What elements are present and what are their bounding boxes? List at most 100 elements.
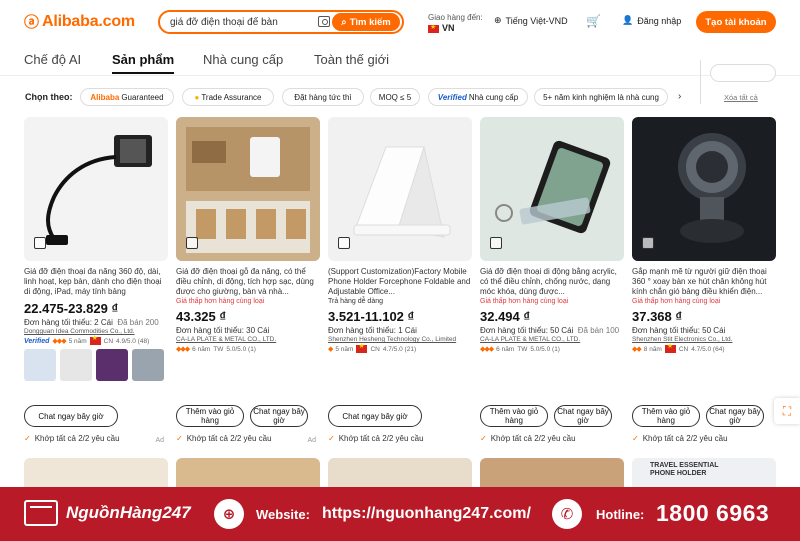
add-to-cart-button[interactable]: Thêm vào giỏ hàng [632, 405, 700, 427]
search-button[interactable]: ⌕ Tìm kiếm [332, 13, 400, 31]
product-image[interactable] [328, 117, 472, 261]
thumbnail[interactable] [24, 349, 56, 381]
image-search-icon[interactable] [490, 237, 502, 249]
alibaba-logo-icon: ⓐ [24, 13, 40, 31]
match-text: Khớp tất cả 2/2 yêu cầu [338, 434, 424, 443]
supplier-name[interactable]: Shenzhen Stit Electronics Co., Ltd. [632, 336, 776, 343]
supplier-meta: ◆◆◆ 6 năm TW 5.0/5.0 (1) [176, 345, 320, 354]
match-text: Khớp tất cả 2/2 yêu cầu [186, 434, 272, 443]
product-card-preview[interactable]: TRAVEL ESSENTIAL PHONE HOLDER [632, 458, 776, 490]
hotline-number[interactable]: 1800 6963 [656, 500, 769, 527]
sort-dropdown[interactable] [710, 64, 776, 82]
product-title[interactable]: (Support Customization)Factory Mobile Ph… [328, 267, 472, 297]
chat-now-button[interactable]: Chat ngay bây giờ [706, 405, 764, 427]
sold-count: Đã bán 200 [117, 318, 159, 327]
match-text: Khớp tất cả 2/2 yêu cầu [490, 434, 576, 443]
check-icon: ✓ [480, 434, 487, 443]
product-card[interactable]: Giá đỡ điện thoại di động bằng acrylic, … [480, 117, 624, 453]
filter-verified-supplier[interactable]: Verified Nhà cung cấp [428, 88, 528, 106]
add-to-cart-button[interactable]: Thêm vào giỏ hàng [176, 405, 244, 427]
product-card[interactable]: Giá đỡ điện thoại gỗ đa năng, có thể điề… [176, 117, 320, 453]
supplier-years: 6 năm [496, 345, 515, 353]
supplier-years: 6 năm [192, 345, 211, 353]
match-text: Khớp tất cả 2/2 yêu cầu [642, 434, 728, 443]
filter-moq[interactable]: MOQ ≤ 5 [370, 88, 420, 106]
alibaba-logo[interactable]: ⓐ Alibaba.com [24, 11, 135, 32]
match-requirements: ✓ Khớp tất cả 2/2 yêu cầu [176, 434, 272, 443]
tab-suppliers[interactable]: Nhà cung cấp [203, 52, 283, 67]
cart-icon[interactable]: 🛒 [586, 14, 601, 28]
supplier-rating: 4.9/5.0 (48) [116, 337, 150, 345]
product-card-preview[interactable] [480, 458, 624, 490]
product-image[interactable] [480, 117, 624, 261]
chevron-right-icon[interactable]: › [678, 91, 681, 102]
clear-all-link[interactable]: Xóa tất cả [724, 93, 758, 102]
language-selector[interactable]: ⊕ Tiếng Việt-VND [494, 15, 568, 26]
price-badge: Giá thấp hơn hàng cùng loại [176, 298, 265, 305]
product-moq: Đơn hàng tối thiểu: 1 Cái [328, 326, 417, 335]
chat-now-button[interactable]: Chat ngay bây giờ [250, 405, 308, 427]
product-image[interactable] [24, 117, 168, 261]
supplier-name[interactable]: CA-LA PLATE & METAL CO., LTD. [176, 336, 320, 343]
product-card[interactable]: Giá đỡ điện thoại đa năng 360 độ, dài, l… [24, 117, 168, 453]
product-card-preview[interactable] [176, 458, 320, 490]
diamond-icon: ◆ [328, 346, 333, 353]
supplier-name[interactable]: Shenzhen Hesheng Technology Co., Limited [328, 336, 472, 343]
chat-now-button[interactable]: Chat ngay bây giờ [328, 405, 422, 427]
china-flag-icon [664, 342, 676, 353]
match-requirements: ✓ Khớp tất cả 2/2 yêu cầu [480, 434, 576, 443]
filter-alibaba-guaranteed[interactable]: Alibaba Guaranteed [80, 88, 174, 106]
supplier-years: 5 năm [68, 337, 87, 345]
tab-products[interactable]: Sản phẩm [112, 52, 175, 74]
header: ⓐ Alibaba.com ⌕ Tìm kiếm Giao hàng đến: … [0, 0, 800, 44]
product-image[interactable] [632, 117, 776, 261]
check-icon: ✓ [176, 434, 183, 443]
website-label: Website: [256, 507, 310, 522]
check-icon: ✓ [632, 434, 639, 443]
supplier-meta: Verified ◆◆◆ 5 năm CN 4.9/5.0 (48) [24, 334, 168, 345]
product-card[interactable]: Gắp mạnh mẽ từ người giữ điện thoại 360 … [632, 117, 776, 453]
supplier-name[interactable]: CA-LA PLATE & METAL CO., LTD. [480, 336, 624, 343]
image-search-icon[interactable] [186, 237, 198, 249]
product-moq: Đơn hàng tối thiểu: 2 Cái Đã bán 200 [24, 318, 168, 327]
chat-now-button[interactable]: Chat ngay bây giờ [24, 405, 118, 427]
filter-years-experience[interactable]: 5+ năm kinh nghiệm là nhà cung [534, 88, 668, 106]
product-title[interactable]: Giá đỡ điện thoại gỗ đa năng, có thể điề… [176, 267, 320, 297]
product-image[interactable] [176, 117, 320, 261]
product-title[interactable]: Gắp mạnh mẽ từ người giữ điện thoại 360 … [632, 267, 776, 297]
image-search-icon[interactable] [338, 237, 350, 249]
image-search-icon[interactable] [34, 237, 46, 249]
supplier-rating: 5.0/5.0 (1) [530, 345, 560, 353]
thumbnail[interactable] [132, 349, 164, 381]
search-tabs: Chế độ AI Sản phẩm Nhà cung cấp Toàn thế… [0, 44, 800, 76]
product-title[interactable]: Giá đỡ điện thoại đa năng 360 độ, dài, l… [24, 267, 168, 297]
product-card-preview[interactable] [24, 458, 168, 490]
filter-trade-assurance[interactable]: ● Trade Assurance [182, 88, 274, 106]
supplier-meta: ◆ 5 năm CN 4.7/5.0 (21) [328, 342, 472, 353]
product-card-preview[interactable] [328, 458, 472, 490]
thumbnail[interactable] [60, 349, 92, 381]
china-flag-icon [89, 334, 101, 345]
website-url[interactable]: https://nguonhang247.com/ [322, 505, 531, 523]
logo-text: Alibaba.com [42, 12, 135, 30]
language-label: Tiếng Việt-VND [505, 15, 568, 26]
product-price: 37.368 ₫ [632, 309, 683, 324]
tab-ai-mode[interactable]: Chế độ AI [24, 52, 81, 67]
chat-now-button[interactable]: Chat ngay bây giờ [554, 405, 612, 427]
deliver-to[interactable]: Giao hàng đến: VN [428, 12, 483, 34]
add-to-cart-button[interactable]: Thêm vào giỏ hàng [480, 405, 548, 427]
image-search-float-icon[interactable]: ⛶ [774, 398, 800, 424]
filter-instant-order[interactable]: Đặt hàng tức thì [282, 88, 364, 106]
moq-text: Đơn hàng tối thiểu: 50 Cái [480, 326, 574, 335]
thumbnail[interactable] [96, 349, 128, 381]
product-card[interactable]: (Support Customization)Factory Mobile Ph… [328, 117, 472, 453]
image-search-icon[interactable] [642, 237, 654, 249]
chip-brand: Alibaba [90, 92, 120, 102]
camera-icon[interactable] [318, 16, 330, 27]
signup-button[interactable]: Tạo tài khoản [696, 11, 776, 33]
login-link[interactable]: 👤 Đăng nhập [622, 15, 681, 26]
tab-worldwide[interactable]: Toàn thế giới [314, 52, 389, 67]
diamond-icon: ◆◆◆ [480, 346, 494, 353]
product-title[interactable]: Giá đỡ điện thoại di động bằng acrylic, … [480, 267, 624, 297]
search-input[interactable] [170, 16, 310, 28]
